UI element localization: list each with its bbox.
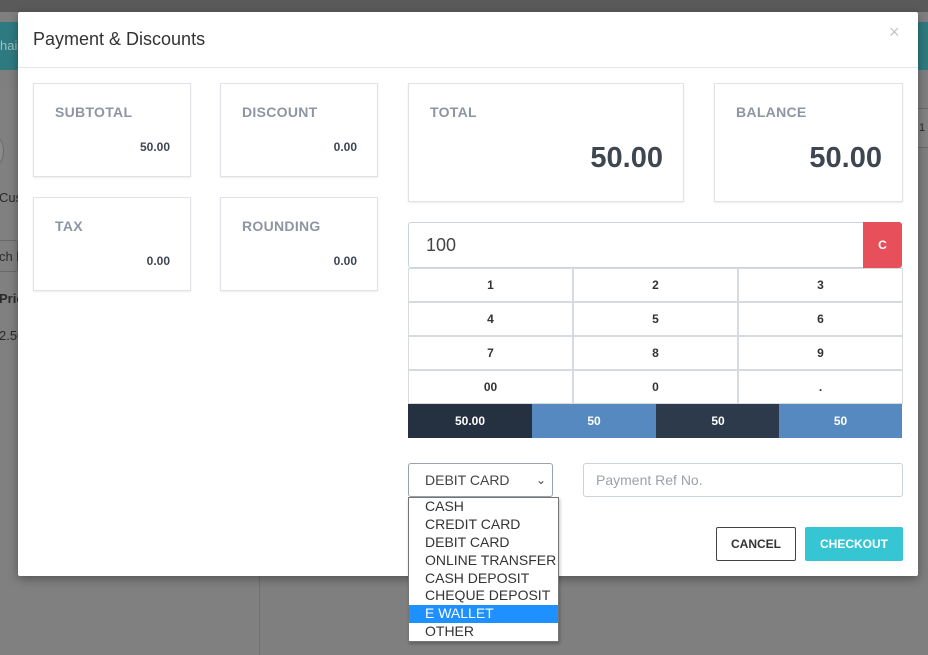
keypad-key-1[interactable]: 1 [408,268,573,302]
keypad-key-decimal[interactable]: . [738,370,903,404]
option-online-transfer[interactable]: ONLINE TRANSFER [409,552,558,570]
total-value: 50.00 [590,142,663,174]
keypad-key-3[interactable]: 3 [738,268,903,302]
keypad-key-5[interactable]: 5 [573,302,738,336]
keypad-key-6[interactable]: 6 [738,302,903,336]
discount-card: DISCOUNT 0.00 [220,83,378,177]
payment-method-dropdown: CASH CREDIT CARD DEBIT CARD ONLINE TRANS… [408,497,559,642]
option-other[interactable]: OTHER [409,623,558,641]
keypad-key-7[interactable]: 7 [408,336,573,370]
tax-value: 0.00 [146,254,170,268]
background-topbar [0,0,928,12]
keypad-key-0[interactable]: 0 [573,370,738,404]
option-cheque-deposit[interactable]: CHEQUE DEPOSIT [409,587,558,605]
tax-label: TAX [55,218,83,234]
payment-ref-input[interactable] [583,463,903,497]
option-cash[interactable]: CASH [409,498,558,516]
subtotal-label: SUBTOTAL [55,104,133,120]
balance-value: 50.00 [809,142,882,174]
subtotal-value: 50.00 [139,140,170,154]
option-cash-deposit[interactable]: CASH DEPOSIT [409,570,558,588]
keypad-key-00[interactable]: 00 [408,370,573,404]
payment-method-select[interactable]: DEBIT CARD ⌄ [408,463,553,497]
discount-value: 0.00 [333,140,357,154]
amount-input[interactable] [408,222,864,268]
total-label: TOTAL [430,104,477,120]
balance-card: BALANCE 50.00 [714,83,903,202]
rounding-card: ROUNDING 0.00 [220,197,378,291]
quick-amount-button-3[interactable]: 50 [656,404,780,438]
clear-button[interactable]: C [863,222,902,268]
chevron-down-icon: ⌄ [535,473,546,487]
modal-title: Payment & Discounts [33,29,206,49]
option-credit-card[interactable]: CREDIT CARD [409,516,558,534]
modal-header: Payment & Discounts × [18,12,918,68]
keypad-key-4[interactable]: 4 [408,302,573,336]
total-card: TOTAL 50.00 [408,83,684,202]
keypad-key-8[interactable]: 8 [573,336,738,370]
background-right-number: 1 [919,122,926,134]
cancel-button[interactable]: CANCEL [716,527,796,561]
close-icon[interactable]: × [889,22,900,43]
option-debit-card[interactable]: DEBIT CARD [409,534,558,552]
payment-modal: Payment & Discounts × SUBTOTAL 50.00 DIS… [18,12,918,576]
rounding-label: ROUNDING [242,218,321,234]
rounding-value: 0.00 [333,254,357,268]
quick-amount-button-4[interactable]: 50 [779,404,902,438]
option-e-wallet[interactable]: E WALLET [409,605,558,624]
checkout-button[interactable]: CHECKOUT [805,527,903,561]
background-header-text: hai [0,38,18,53]
discount-label: DISCOUNT [242,104,318,120]
balance-label: BALANCE [736,104,807,120]
quick-amount-button-2[interactable]: 50 [532,404,656,438]
payment-method-value: DEBIT CARD [425,472,510,488]
tax-card: TAX 0.00 [33,197,191,291]
keypad-key-2[interactable]: 2 [573,268,738,302]
keypad-key-9[interactable]: 9 [738,336,903,370]
quick-amount-button-1[interactable]: 50.00 [408,404,532,438]
subtotal-card: SUBTOTAL 50.00 [33,83,191,177]
